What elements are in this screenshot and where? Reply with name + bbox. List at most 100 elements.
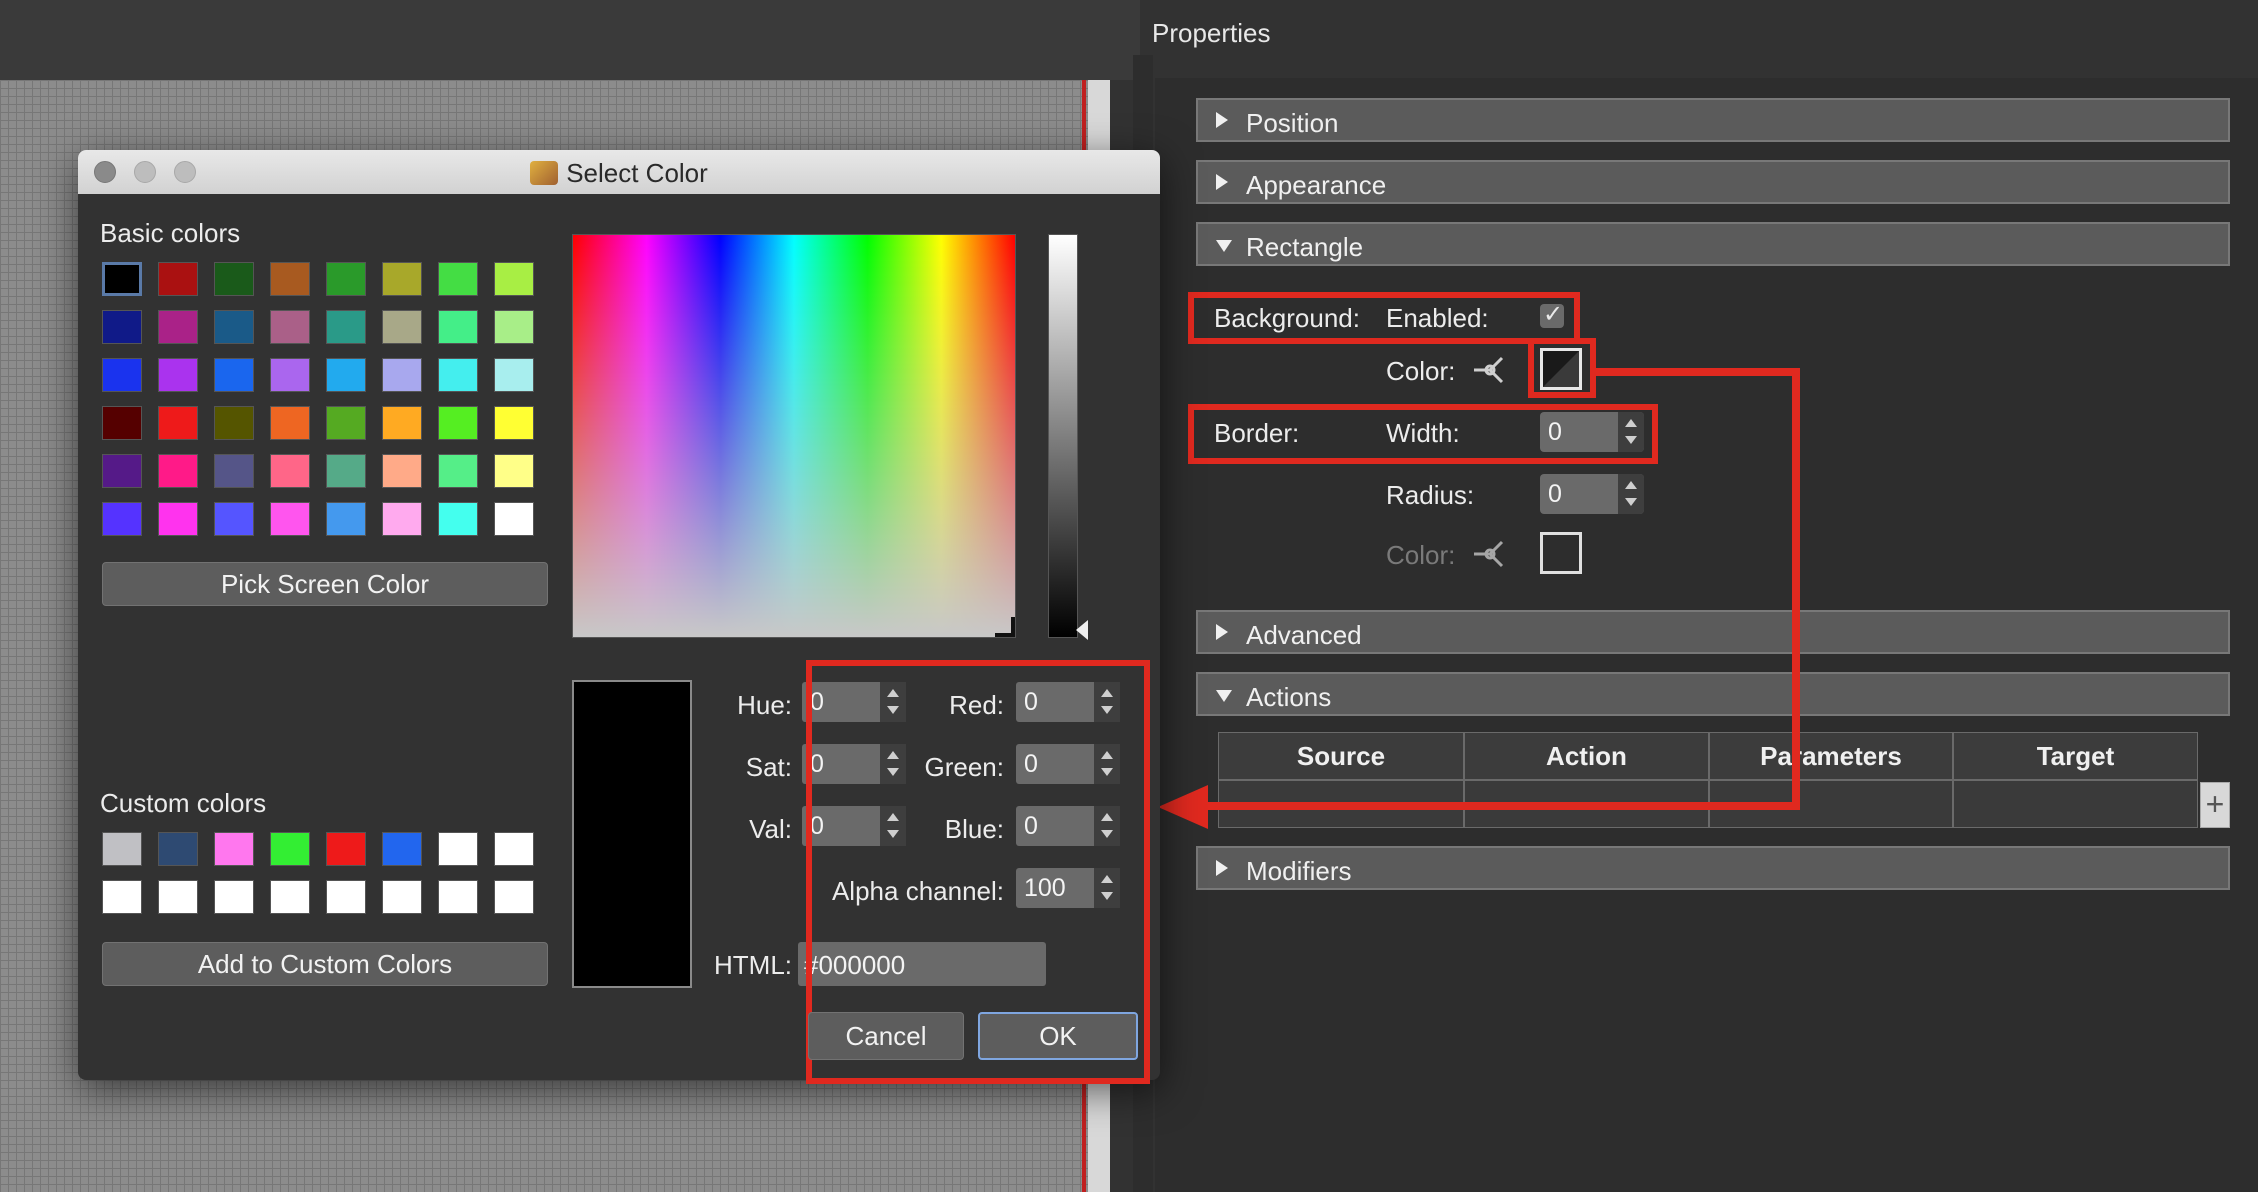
section-position[interactable]: Position: [1196, 98, 2230, 142]
color-swatch[interactable]: [438, 880, 478, 914]
border-radius-stepper[interactable]: 0: [1540, 474, 1644, 514]
color-swatch[interactable]: [270, 262, 310, 296]
color-swatch[interactable]: [382, 310, 422, 344]
binding-link-icon[interactable]: [1470, 536, 1508, 572]
pick-screen-color-button[interactable]: Pick Screen Color: [102, 562, 548, 606]
ok-button[interactable]: OK: [978, 1012, 1138, 1060]
color-swatch[interactable]: [326, 262, 366, 296]
color-swatch[interactable]: [326, 310, 366, 344]
color-swatch[interactable]: [326, 502, 366, 536]
color-swatch[interactable]: [270, 454, 310, 488]
color-swatch[interactable]: [158, 358, 198, 392]
color-swatch[interactable]: [214, 832, 254, 866]
color-swatch[interactable]: [102, 832, 142, 866]
color-swatch[interactable]: [382, 358, 422, 392]
dialog-title-wrap: Select Color: [78, 158, 1160, 189]
color-swatch[interactable]: [270, 406, 310, 440]
color-swatch[interactable]: [326, 880, 366, 914]
hue-saturation-spectrum[interactable]: [572, 234, 1016, 638]
collapse-arrow-icon: [1216, 690, 1232, 702]
color-swatch[interactable]: [158, 310, 198, 344]
color-swatch[interactable]: [326, 832, 366, 866]
value-slider-handle-icon[interactable]: [1076, 620, 1088, 640]
color-swatch[interactable]: [382, 502, 422, 536]
color-swatch[interactable]: [494, 358, 534, 392]
color-swatch[interactable]: [494, 454, 534, 488]
color-swatch[interactable]: [214, 406, 254, 440]
value-slider[interactable]: [1048, 234, 1078, 638]
section-actions[interactable]: Actions: [1196, 672, 2230, 716]
color-swatch[interactable]: [494, 832, 534, 866]
border-color-swatch[interactable]: [1540, 532, 1582, 574]
color-swatch[interactable]: [382, 406, 422, 440]
color-swatch[interactable]: [438, 502, 478, 536]
custom-colors-grid: [102, 832, 542, 914]
color-swatch[interactable]: [326, 358, 366, 392]
color-swatch[interactable]: [214, 262, 254, 296]
color-swatch[interactable]: [382, 262, 422, 296]
color-swatch[interactable]: [438, 310, 478, 344]
radius-label: Radius:: [1386, 480, 1475, 510]
color-swatch[interactable]: [102, 502, 142, 536]
color-swatch[interactable]: [270, 310, 310, 344]
section-modifiers[interactable]: Modifiers: [1196, 846, 2230, 890]
section-advanced[interactable]: Advanced: [1196, 610, 2230, 654]
color-swatch[interactable]: [158, 832, 198, 866]
add-action-button[interactable]: +: [2200, 782, 2230, 828]
color-swatch[interactable]: [158, 454, 198, 488]
color-swatch[interactable]: [102, 310, 142, 344]
color-swatch[interactable]: [102, 262, 142, 296]
color-swatch[interactable]: [102, 454, 142, 488]
color-swatch[interactable]: [494, 262, 534, 296]
color-swatch[interactable]: [270, 832, 310, 866]
color-swatch[interactable]: [326, 454, 366, 488]
color-swatch[interactable]: [102, 406, 142, 440]
color-swatch[interactable]: [214, 880, 254, 914]
color-swatch[interactable]: [438, 454, 478, 488]
color-swatch[interactable]: [102, 880, 142, 914]
section-appearance[interactable]: Appearance: [1196, 160, 2230, 204]
color-swatch[interactable]: [158, 502, 198, 536]
color-swatch[interactable]: [438, 358, 478, 392]
column-header-source[interactable]: Source: [1218, 732, 1464, 780]
color-swatch[interactable]: [326, 406, 366, 440]
column-header-parameters[interactable]: Parameters: [1709, 732, 1953, 780]
select-color-dialog: Select Color Basic colors Pick Screen Co…: [78, 150, 1160, 1084]
color-swatch[interactable]: [158, 406, 198, 440]
section-rectangle[interactable]: Rectangle: [1196, 222, 2230, 266]
color-swatch[interactable]: [214, 358, 254, 392]
color-swatch[interactable]: [158, 262, 198, 296]
color-swatch[interactable]: [494, 310, 534, 344]
color-swatch[interactable]: [214, 502, 254, 536]
color-swatch[interactable]: [438, 406, 478, 440]
column-header-target[interactable]: Target: [1953, 732, 2198, 780]
color-swatch[interactable]: [270, 880, 310, 914]
border-radius-value: 0: [1548, 480, 1562, 508]
stepper-arrows-icon[interactable]: [1618, 474, 1644, 514]
table-cell[interactable]: [1953, 780, 2198, 828]
color-swatch[interactable]: [270, 358, 310, 392]
color-swatch[interactable]: [214, 310, 254, 344]
color-swatch[interactable]: [382, 880, 422, 914]
color-swatch[interactable]: [270, 502, 310, 536]
section-label: Appearance: [1246, 170, 1387, 200]
color-swatch[interactable]: [494, 406, 534, 440]
color-swatch[interactable]: [158, 880, 198, 914]
section-label: Modifiers: [1246, 856, 1352, 886]
color-swatch[interactable]: [382, 832, 422, 866]
app-logo-icon: [530, 161, 559, 185]
color-swatch[interactable]: [214, 454, 254, 488]
color-swatch[interactable]: [438, 832, 478, 866]
column-header-action[interactable]: Action: [1464, 732, 1709, 780]
dialog-titlebar[interactable]: Select Color: [78, 150, 1160, 194]
expand-arrow-icon: [1216, 112, 1228, 128]
val-label: Val:: [749, 814, 792, 844]
color-swatch[interactable]: [382, 454, 422, 488]
color-swatch[interactable]: [494, 880, 534, 914]
cancel-button[interactable]: Cancel: [808, 1012, 964, 1060]
color-swatch[interactable]: [438, 262, 478, 296]
binding-link-icon[interactable]: [1470, 352, 1508, 388]
add-to-custom-colors-button[interactable]: Add to Custom Colors: [102, 942, 548, 986]
color-swatch[interactable]: [102, 358, 142, 392]
color-swatch[interactable]: [494, 502, 534, 536]
